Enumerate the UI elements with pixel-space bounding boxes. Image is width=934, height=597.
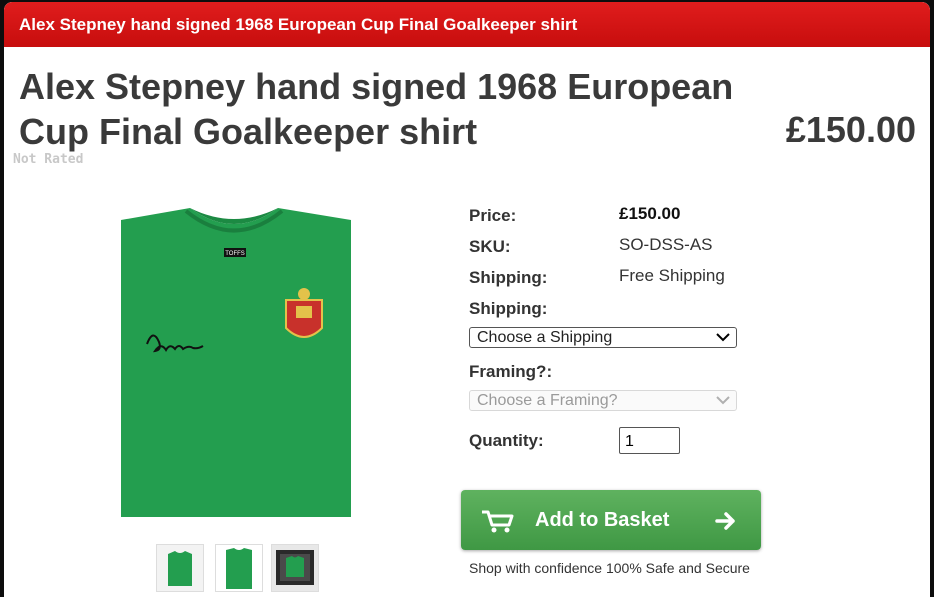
- add-to-basket-label: Add to Basket: [535, 509, 670, 531]
- chevron-down-icon: [716, 396, 730, 405]
- framing-label: Framing?:: [469, 362, 553, 381]
- assurance-text: Shop with confidence 100% Safe and Secur…: [469, 560, 750, 576]
- shirt-image: TOFFS: [121, 208, 351, 517]
- arrow-right-icon: [715, 512, 735, 530]
- add-to-basket-button[interactable]: Add to Basket: [461, 490, 761, 550]
- shipping-select[interactable]: Choose a Shipping: [469, 327, 737, 348]
- thumbnail-2[interactable]: [215, 544, 263, 592]
- framing-select[interactable]: Choose a Framing?: [469, 390, 737, 411]
- product-panel: Alex Stepney hand signed 1968 European C…: [4, 2, 930, 597]
- thumbnail-1[interactable]: [156, 544, 204, 592]
- cart-icon: [482, 510, 514, 533]
- quantity-label: Quantity:: [469, 431, 544, 450]
- framing-select-value: Choose a Framing?: [477, 392, 618, 409]
- header-price: £150.00: [785, 109, 916, 150]
- chevron-down-icon: [716, 333, 730, 342]
- shipping-select-value: Choose a Shipping: [477, 329, 613, 346]
- sku-value: SO-DSS-AS: [619, 235, 713, 254]
- title-bar: Alex Stepney hand signed 1968 European C…: [4, 2, 930, 47]
- product-title: Alex Stepney hand signed 1968 European C…: [19, 66, 734, 152]
- shipping-value: Free Shipping: [619, 266, 725, 285]
- thumbnail-shirt-icon: [226, 548, 252, 589]
- shirt-label: TOFFS: [225, 251, 245, 257]
- title-bar-text: Alex Stepney hand signed 1968 European C…: [19, 15, 578, 34]
- thumbnail-framed-icon: [276, 550, 314, 585]
- price-value: £150.00: [619, 204, 681, 223]
- rating-text: Not Rated: [13, 152, 84, 167]
- price-label: Price:: [469, 206, 517, 225]
- sku-label: SKU:: [469, 237, 511, 256]
- thumbnail-3[interactable]: [271, 544, 319, 592]
- quantity-input[interactable]: 1: [619, 427, 680, 454]
- thumbnail-shirt-icon: [168, 551, 192, 586]
- shipping-select-label: Shipping:: [469, 299, 548, 318]
- main-product-image[interactable]: TOFFS: [64, 192, 404, 532]
- shipping-label: Shipping:: [469, 268, 548, 287]
